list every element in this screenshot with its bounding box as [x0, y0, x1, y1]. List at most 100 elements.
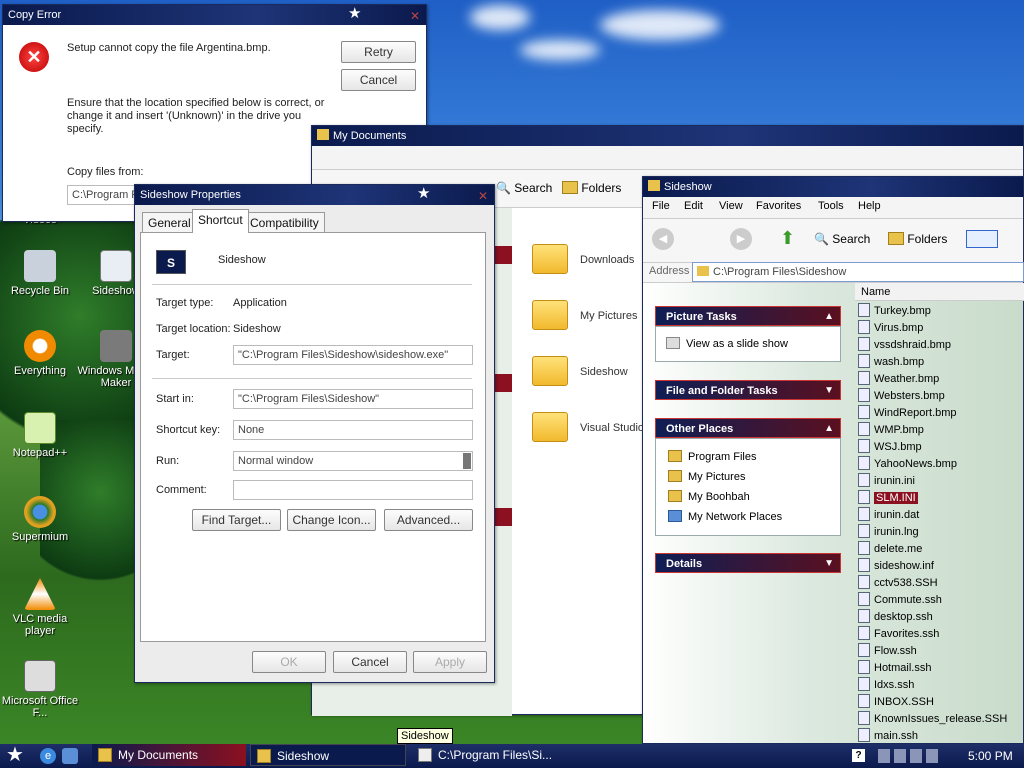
folder-item-label[interactable]: Downloads [580, 254, 634, 266]
file-row[interactable]: INBOX.SSH [858, 694, 934, 711]
desktop-icon-recycle-bin[interactable]: Recycle Bin [0, 250, 80, 297]
file-row[interactable]: Virus.bmp [858, 320, 923, 337]
file-row[interactable]: delete.me [858, 541, 922, 558]
folder-icon[interactable] [532, 300, 568, 330]
details-header[interactable]: Details ▼ [655, 553, 841, 573]
desktop-icon-ms-office[interactable]: Microsoft Office F... [0, 660, 80, 719]
file-row[interactable]: desktop.ssh [858, 609, 933, 626]
start-in-field[interactable]: "C:\Program Files\Sideshow" [233, 389, 473, 409]
tab-shortcut[interactable]: Shortcut [192, 209, 249, 233]
file-row[interactable]: irunin.dat [858, 507, 919, 524]
file-row[interactable]: SLM.INI [858, 490, 918, 507]
taskbar-sideshow[interactable]: Sideshow [250, 744, 406, 766]
taskbar-my-documents[interactable]: My Documents [92, 744, 246, 766]
file-row[interactable]: WMP.bmp [858, 422, 924, 439]
file-row[interactable]: vssdshraid.bmp [858, 337, 951, 354]
firefox-icon[interactable] [62, 748, 78, 764]
file-row[interactable]: Flow.ssh [858, 643, 917, 660]
file-row[interactable]: Idxs.ssh [858, 677, 914, 694]
picture-tasks-header[interactable]: Picture Tasks ▲ [655, 306, 841, 326]
tab-general[interactable]: General [142, 212, 197, 232]
folder-icon[interactable] [532, 356, 568, 386]
advanced-button[interactable]: Advanced... [384, 509, 473, 531]
shortcut-key-field[interactable]: None [233, 420, 473, 440]
menu-favorites[interactable]: Favorites [756, 200, 801, 212]
help-icon[interactable]: ? [852, 749, 865, 762]
sideshow-titlebar[interactable]: Sideshow [643, 177, 1023, 197]
chevron-up-icon[interactable]: ▲ [824, 307, 834, 327]
folder-icon[interactable] [532, 412, 568, 442]
apply-button[interactable]: Apply [413, 651, 487, 673]
taskbar-program-files[interactable]: C:\Program Files\Si... [412, 744, 582, 766]
desktop-icon-vlc[interactable]: VLC media player [0, 578, 80, 637]
folders-button[interactable]: Folders [888, 232, 947, 246]
folders-button[interactable]: Folders [562, 181, 621, 195]
file-row[interactable]: wash.bmp [858, 354, 924, 371]
file-row[interactable]: Favorites.ssh [858, 626, 939, 643]
close-icon[interactable]: ✕ [410, 6, 420, 25]
copy-error-titlebar[interactable]: Copy Error ★ ✕ [3, 5, 426, 25]
folder-icon[interactable] [532, 244, 568, 274]
retry-button[interactable]: Retry [341, 41, 416, 63]
file-row[interactable]: main.ssh [858, 728, 918, 745]
tab-compatibility[interactable]: Compatibility [244, 212, 325, 232]
change-icon-button[interactable]: Change Icon... [287, 509, 376, 531]
file-row[interactable]: WSJ.bmp [858, 439, 922, 456]
forward-arrow-icon[interactable]: ▶ [730, 228, 752, 250]
chevron-down-icon[interactable]: ▼ [824, 554, 834, 574]
place-my-boohbah[interactable]: My Boohbah [668, 490, 750, 503]
file-row[interactable]: WindReport.bmp [858, 405, 957, 422]
chevron-down-icon[interactable]: ▼ [824, 381, 834, 401]
run-select[interactable]: Normal window [233, 451, 473, 471]
address-field[interactable]: C:\Program Files\Sideshow [692, 262, 1024, 282]
menu-file[interactable]: File [652, 200, 670, 212]
folder-item-label[interactable]: Visual Studio [580, 422, 644, 434]
file-row[interactable]: Commute.ssh [858, 592, 942, 609]
clock[interactable]: 5:00 PM [968, 749, 1013, 763]
chevron-up-icon[interactable]: ▲ [824, 419, 834, 439]
file-row[interactable]: irunin.lng [858, 524, 919, 541]
file-row[interactable]: KnownIssues_release.SSH [858, 711, 1007, 728]
desktop-icon-notepadpp[interactable]: Notepad++ [0, 412, 80, 459]
menu-view[interactable]: View [719, 200, 743, 212]
cancel-button[interactable]: Cancel [333, 651, 407, 673]
up-folder-icon[interactable]: ⬆ [780, 228, 800, 248]
file-row[interactable]: Hotmail.ssh [858, 660, 931, 677]
menu-tools[interactable]: Tools [818, 200, 844, 212]
place-my-network-places[interactable]: My Network Places [668, 510, 782, 523]
file-row[interactable]: irunin.ini [858, 473, 915, 490]
ie-icon[interactable]: e [40, 748, 56, 764]
find-target-button[interactable]: Find Target... [192, 509, 281, 531]
file-folder-tasks-header[interactable]: File and Folder Tasks ▼ [655, 380, 841, 400]
close-icon[interactable]: ✕ [478, 186, 488, 205]
folder-item-label[interactable]: Sideshow [580, 366, 628, 378]
target-field[interactable]: "C:\Program Files\Sideshow\sideshow.exe" [233, 345, 473, 365]
properties-titlebar[interactable]: Sideshow Properties ★ ✕ [135, 185, 494, 205]
place-my-pictures[interactable]: My Pictures [668, 470, 745, 483]
file-row[interactable]: Turkey.bmp [858, 303, 931, 320]
file-row[interactable]: sideshow.inf [858, 558, 934, 575]
menu-help[interactable]: Help [858, 200, 881, 212]
file-row[interactable]: Weather.bmp [858, 371, 939, 388]
cancel-button[interactable]: Cancel [341, 69, 416, 91]
file-row[interactable]: YahooNews.bmp [858, 456, 957, 473]
comment-field[interactable] [233, 480, 473, 500]
dropdown-arrow-icon[interactable] [463, 453, 471, 469]
tray-icon[interactable] [878, 749, 938, 763]
menu-edit[interactable]: Edit [684, 200, 703, 212]
my-documents-titlebar[interactable]: My Documents [312, 126, 1023, 146]
start-star-icon[interactable]: ★ [6, 744, 24, 766]
desktop-icon-everything[interactable]: Everything [0, 330, 80, 377]
search-button[interactable]: 🔍 Search [814, 232, 870, 246]
views-icon[interactable] [966, 230, 998, 248]
file-row[interactable]: Websters.bmp [858, 388, 945, 405]
desktop-icon-supermium[interactable]: Supermium [0, 496, 80, 543]
view-slideshow-link[interactable]: View as a slide show [666, 337, 788, 350]
place-program-files[interactable]: Program Files [668, 450, 756, 463]
other-places-header[interactable]: Other Places ▲ [655, 418, 841, 438]
folder-item-label[interactable]: My Pictures [580, 310, 637, 322]
search-button[interactable]: 🔍 Search [496, 181, 552, 195]
name-column-header[interactable]: Name [855, 283, 1024, 301]
ok-button[interactable]: OK [252, 651, 326, 673]
back-arrow-icon[interactable]: ◀ [652, 228, 674, 250]
